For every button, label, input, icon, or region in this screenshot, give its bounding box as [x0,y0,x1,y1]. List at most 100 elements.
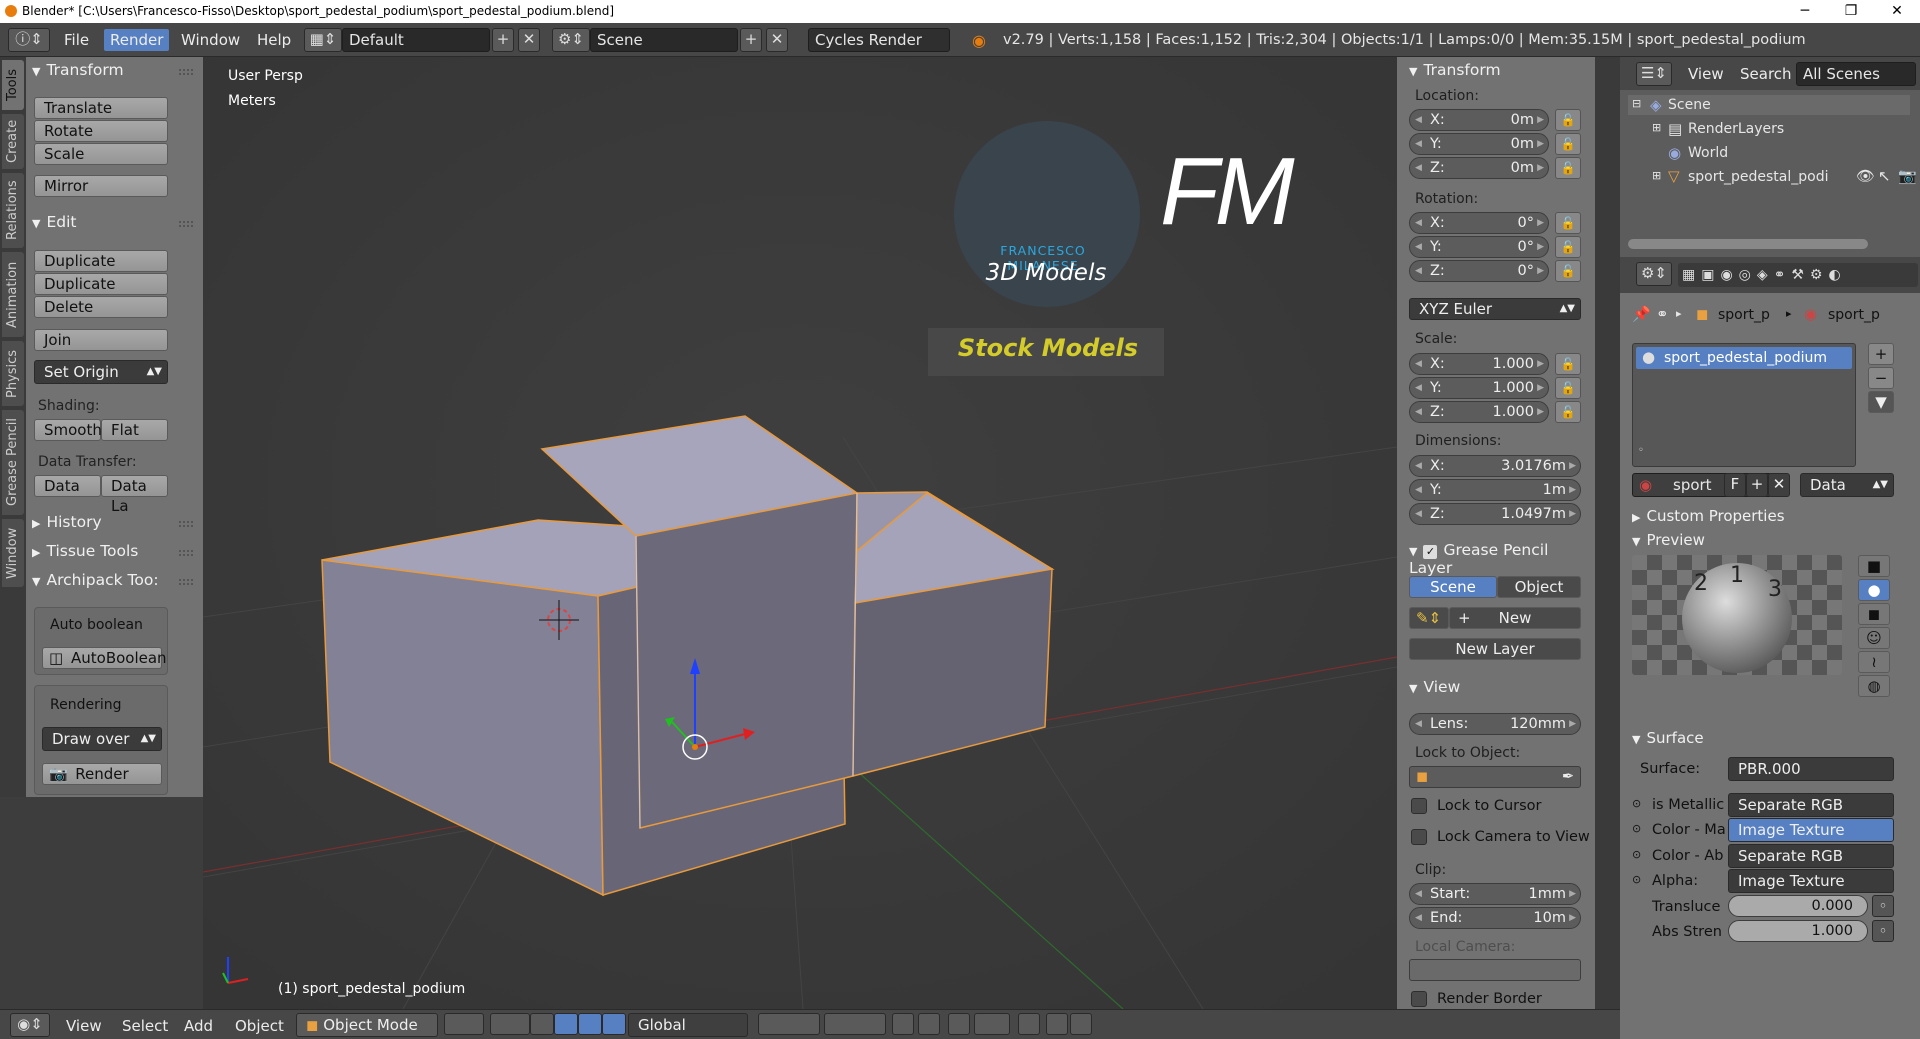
transluce-link-icon[interactable]: ◦ [1872,895,1894,917]
location-x-field[interactable]: ◀ X: 0m ▶ [1409,109,1549,131]
outliner-display-dropdown[interactable]: All Scenes [1796,62,1916,86]
lock-icon[interactable]: 🔓 [1555,236,1581,258]
scale-manipulator-icon[interactable] [602,1013,626,1035]
duplicate-linked-button[interactable]: Duplicate Linked [34,273,168,313]
panel-grip-icon[interactable] [179,221,193,227]
surface-header[interactable]: ▼ Surface [1632,729,1704,751]
surface-shader-dropdown[interactable]: PBR.000 [1728,757,1894,781]
scale-z-field[interactable]: ◀ Z: 1.000 ▶ [1409,401,1549,423]
lock-icon[interactable]: 🔓 [1555,133,1581,155]
gp-new-layer-button[interactable]: New Layer [1409,638,1581,660]
expand-icon[interactable]: ⊞ [1652,169,1661,182]
preview-world-icon[interactable]: ◍ [1858,675,1890,697]
expand-icon[interactable]: ⊞ [1652,121,1661,134]
fake-user-button[interactable]: F [1724,473,1746,497]
pencil-icon[interactable]: ✎⇕ [1409,607,1449,629]
pin-icon[interactable]: 📌 [1632,305,1651,323]
properties-context-tabs[interactable]: ▦▣◉◎◈⚭⚒⚙◐ [1678,263,1918,287]
snap-toggle-icon[interactable] [948,1013,970,1035]
menu-window[interactable]: Window [181,31,240,49]
tab-relations[interactable]: Relations [2,173,24,248]
abs-strength-field[interactable]: 1.000 [1728,920,1868,942]
render-engine-selector[interactable]: Cycles Render [808,28,950,52]
orientation-dropdown[interactable]: Global [628,1013,748,1037]
clip-start-field[interactable]: ◀ Start: 1mm ▶ [1409,883,1581,905]
rotation-x-field[interactable]: ◀ X: 0° ▶ [1409,212,1549,234]
gp-new-button[interactable]: + New [1449,607,1581,629]
autoboolean-button[interactable]: ◫ AutoBoolean [42,647,167,669]
data-transfer-button[interactable]: Data [34,475,101,497]
menu-file[interactable]: File [64,31,89,49]
translate-button[interactable]: Translate [34,97,168,119]
color-ma-input-dropdown[interactable]: Image Texture [1728,818,1894,842]
render-button[interactable]: 📷 Render [42,763,162,785]
outliner-world[interactable]: World [1688,145,1728,161]
delete-button[interactable]: Delete [34,296,168,318]
data-layout-button[interactable]: Data La [101,475,168,515]
local-camera-field[interactable] [1409,959,1581,981]
close-button[interactable]: ✕ [1874,1,1920,22]
panel-grip-icon[interactable] [179,579,193,585]
lens-field[interactable]: ◀ Lens: 120mm ▶ [1409,713,1581,735]
layers-row-2-icon[interactable] [824,1013,886,1035]
tab-create[interactable]: Create [2,114,24,169]
properties-editor-icon[interactable]: ⚙⇕ [1636,262,1672,286]
translate-manipulator-icon[interactable] [554,1013,578,1035]
list-grip-icon[interactable]: ◦ [1638,445,1644,456]
render-border-checkbox[interactable] [1411,991,1427,1007]
proportional-edit-icon[interactable] [918,1013,940,1035]
dimension-z-field[interactable]: ◀ Z: 1.0497m ▶ [1409,503,1581,525]
lock-object-field[interactable]: ◼ ✒ [1409,766,1581,788]
add-slot-icon[interactable]: + [1868,343,1894,365]
snap-element-icon[interactable] [974,1013,1010,1035]
render-still-icon[interactable] [1046,1013,1068,1035]
input-link-icon[interactable]: ⊙ [1632,797,1641,810]
manipulator-toggle-icon[interactable] [530,1013,554,1035]
lock-icon[interactable]: 🔓 [1555,377,1581,399]
input-link-icon[interactable]: ⊙ [1632,873,1641,886]
layout-remove-icon[interactable]: ✕ [518,28,540,52]
n-view-header[interactable]: ▼ View [1409,678,1460,700]
viewport-shading-icon[interactable] [444,1013,484,1035]
panel-grip-icon[interactable] [179,521,193,527]
scene-add-icon[interactable]: + [740,28,762,52]
dimension-y-field[interactable]: ◀ Y: 1m ▶ [1409,479,1581,501]
preview-header[interactable]: ▼ Preview [1632,531,1705,553]
layout-grid-icon[interactable]: ▦⇕ [304,28,342,52]
panel-grip-icon[interactable] [179,69,193,75]
outliner-scene[interactable]: Scene [1668,97,1711,113]
preview-flat-icon[interactable]: ■ [1858,555,1890,577]
tab-grease-pencil[interactable]: Grease Pencil [2,410,24,515]
outliner-renderlayers[interactable]: RenderLayers [1688,121,1784,137]
selectable-arrow-icon[interactable]: ↖ [1878,167,1891,185]
menu-help[interactable]: Help [257,31,291,49]
preview-sphere-icon[interactable]: ● [1858,579,1890,601]
unlink-material-icon[interactable]: ✕ [1768,473,1790,497]
rotate-button[interactable]: Rotate [34,120,168,142]
custom-properties-header[interactable]: ▶ Custom Properties [1632,507,1785,529]
pivot-point-icon[interactable] [490,1013,530,1035]
flat-button[interactable]: Flat [101,419,168,441]
smooth-button[interactable]: Smooth [34,419,102,441]
n-transform-header[interactable]: ▼ Transform [1409,61,1501,83]
duplicate-button[interactable]: Duplicate [34,250,168,272]
gp-scene-button[interactable]: Scene [1409,576,1497,598]
panel-transform-header[interactable]: ▼ Transform [32,61,124,83]
3d-view-editor-icon[interactable]: ◉⇕ [10,1013,50,1037]
set-origin-dropdown[interactable]: Set Origin ▲▼ [34,360,168,384]
3d-viewport[interactable]: User Persp Meters (1) sport_pedestal_pod… [203,57,1397,1009]
rotation-mode-dropdown[interactable]: XYZ Euler ▲▼ [1409,298,1581,320]
preview-hair-icon[interactable]: ≀ [1858,651,1890,673]
tab-animation[interactable]: Animation [2,252,24,337]
dimension-x-field[interactable]: ◀ X: 3.0176m ▶ [1409,455,1581,477]
render-camera-icon[interactable]: 📷 [1898,167,1917,185]
material-browse-icon[interactable]: ◉ [1639,476,1652,494]
lock-camera-checkbox[interactable] [1411,829,1427,845]
remove-slot-icon[interactable]: − [1868,367,1894,389]
eyedropper-icon[interactable]: ✒ [1562,767,1574,787]
tab-physics[interactable]: Physics [2,341,24,406]
abs-strength-link-icon[interactable]: ◦ [1872,920,1894,942]
metallic-input-dropdown[interactable]: Separate RGB [1728,793,1894,817]
lock-icon[interactable]: 🔓 [1555,260,1581,282]
color-ab-input-dropdown[interactable]: Separate RGB [1728,844,1894,868]
